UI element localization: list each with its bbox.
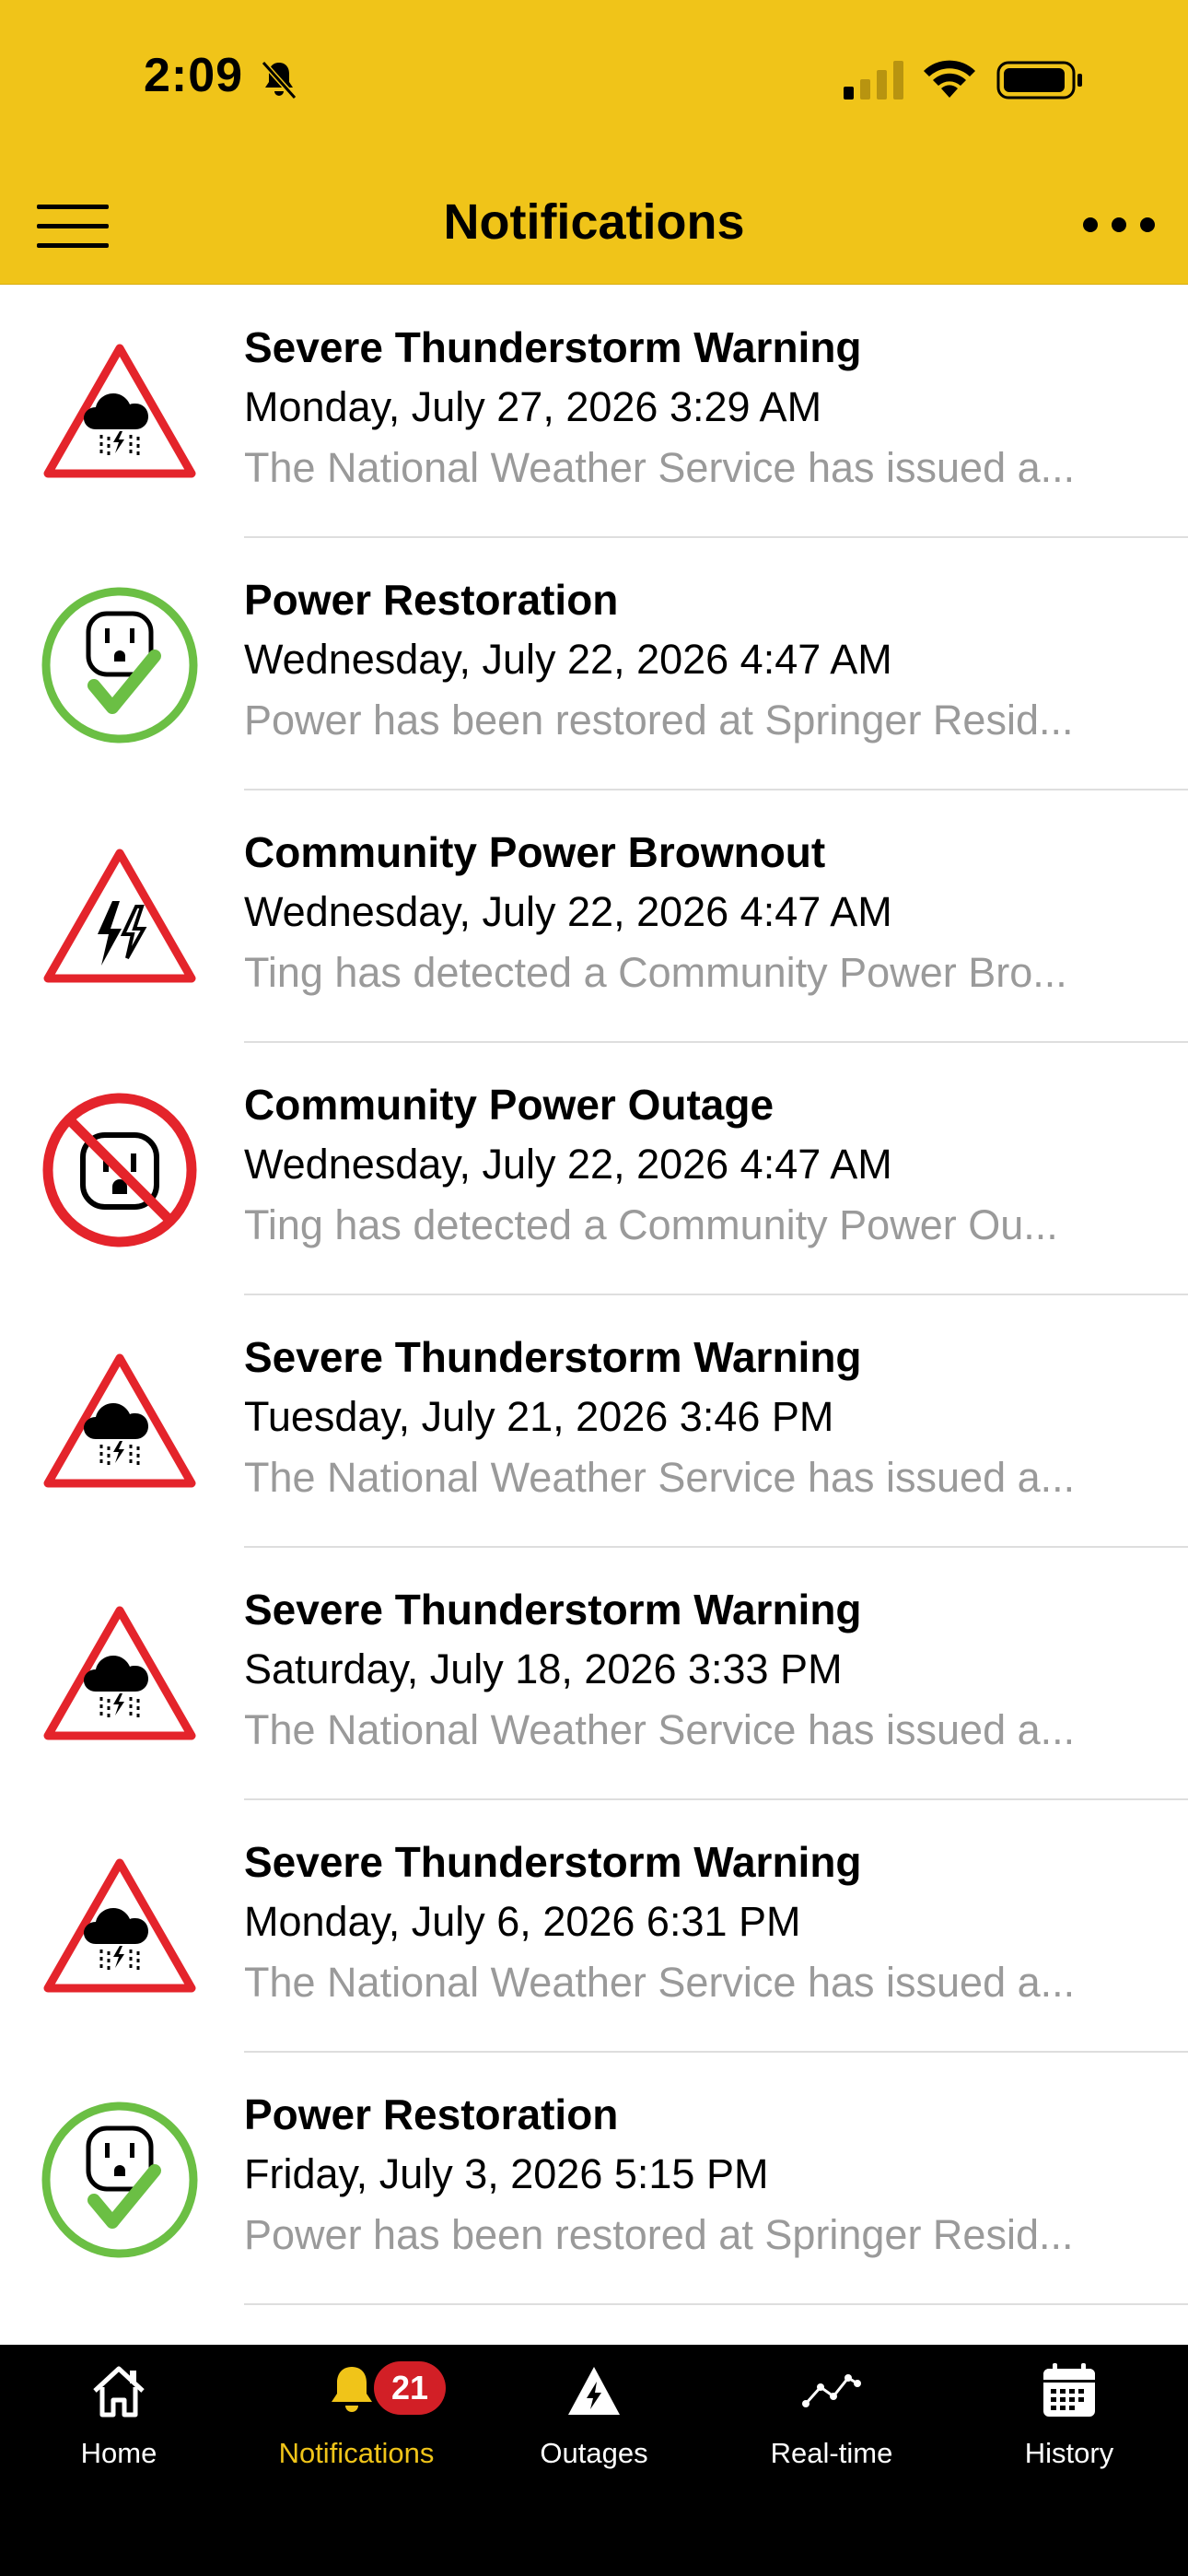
outage-warning-icon (568, 2367, 620, 2415)
notification-row[interactable]: Severe Thunderstorm Warning Saturday, Jul… (0, 1548, 1188, 1800)
notification-row[interactable]: Power Restoration Wednesday, July 22, 202… (0, 538, 1188, 790)
tab-label: Real-time (770, 2437, 893, 2469)
thunderstorm-warning-icon (41, 334, 199, 492)
notification-count-badge: 21 (374, 2361, 446, 2415)
wifi-icon (924, 60, 975, 98)
notification-date: Friday, July 3, 2026 5:15 PM (244, 2150, 769, 2197)
notification-row[interactable]: Severe Thunderstorm Warning Monday, July … (0, 1800, 1188, 2053)
notification-title: Severe Thunderstorm Warning (244, 1838, 862, 1886)
app-header: 2:09 Notifications (0, 0, 1188, 285)
notification-row[interactable]: Severe Thunderstorm Warning Monday, July … (0, 286, 1188, 538)
notification-row[interactable]: Community Power Outage Wednesday, July 22… (0, 1043, 1188, 1295)
notification-title: Power Restoration (244, 2090, 619, 2138)
notification-list: Severe Thunderstorm Warning Monday, July … (0, 286, 1188, 2305)
page-title: Notifications (443, 194, 745, 250)
tab-outages[interactable]: Outages (475, 2345, 713, 2492)
thunderstorm-warning-icon (41, 1848, 199, 2007)
notification-title: Severe Thunderstorm Warning (244, 1586, 862, 1633)
notification-date: Monday, July 27, 2026 3:29 AM (244, 383, 822, 430)
tab-label: Home (80, 2437, 157, 2469)
power-restored-icon (41, 586, 199, 744)
notification-preview: The National Weather Service has issued … (244, 1454, 1076, 1501)
home-icon (93, 2366, 145, 2418)
calendar-icon (1043, 2363, 1095, 2417)
power-outage-icon (41, 1091, 199, 1249)
notification-preview: The National Weather Service has issued … (244, 1959, 1076, 2006)
notification-preview: Ting has detected a Community Power Ou..… (244, 1201, 1058, 1248)
notification-date: Wednesday, July 22, 2026 4:47 AM (244, 636, 892, 683)
power-restored-icon (41, 2101, 199, 2259)
bell-icon (332, 2367, 372, 2412)
notification-title: Severe Thunderstorm Warning (244, 1333, 862, 1381)
thunderstorm-warning-icon (41, 1596, 199, 1754)
notification-date: Wednesday, July 22, 2026 4:47 AM (244, 1141, 892, 1188)
notification-date: Saturday, July 18, 2026 3:33 PM (244, 1645, 843, 1692)
notification-date: Monday, July 6, 2026 6:31 PM (244, 1898, 801, 1945)
tab-history[interactable]: History (950, 2345, 1188, 2492)
notification-title: Community Power Brownout (244, 828, 826, 876)
tab-label: Notifications (278, 2437, 435, 2469)
battery-icon (996, 61, 1082, 100)
more-options-button[interactable] (1081, 205, 1157, 245)
notification-title: Community Power Outage (244, 1081, 775, 1129)
notification-row[interactable]: Community Power Brownout Wednesday, July … (0, 790, 1188, 1043)
tab-label: Outages (540, 2437, 648, 2469)
row-divider (244, 2303, 1188, 2305)
tab-real-time[interactable]: Real-time (713, 2345, 950, 2492)
tab-bar: Home 21 Notifications Outages Real-time (0, 2345, 1188, 2576)
notification-title: Severe Thunderstorm Warning (244, 323, 862, 371)
cellular-signal-icon (844, 61, 903, 100)
power-brownout-icon (41, 838, 199, 997)
status-time: 2:09 (144, 49, 244, 102)
notification-preview: The National Weather Service has issued … (244, 1706, 1076, 1753)
notification-date: Wednesday, July 22, 2026 4:47 AM (244, 888, 892, 935)
notification-row[interactable]: Power Restoration Friday, July 3, 2026 5:… (0, 2053, 1188, 2305)
tab-notifications[interactable]: 21 Notifications (238, 2345, 475, 2492)
notification-preview: Ting has detected a Community Power Bro.… (244, 949, 1067, 996)
notification-preview: Power has been restored at Springer Resi… (244, 697, 1074, 744)
tab-home[interactable]: Home (0, 2345, 238, 2492)
notification-preview: The National Weather Service has issued … (244, 444, 1076, 491)
notification-row[interactable]: Severe Thunderstorm Warning Tuesday, July… (0, 1295, 1188, 1548)
thunderstorm-warning-icon (41, 1343, 199, 1502)
tab-label: History (1024, 2437, 1114, 2469)
notification-title: Power Restoration (244, 576, 619, 624)
trend-line-icon (802, 2374, 861, 2407)
notification-preview: Power has been restored at Springer Resi… (244, 2211, 1074, 2258)
notification-date: Tuesday, July 21, 2026 3:46 PM (244, 1393, 834, 1440)
bell-muted-icon (261, 60, 297, 100)
